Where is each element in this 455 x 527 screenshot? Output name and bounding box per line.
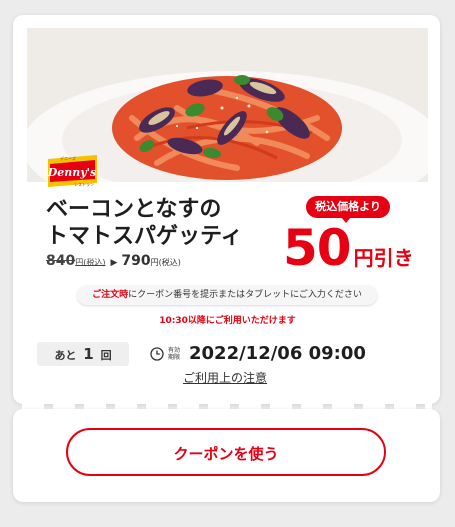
- clock-icon: [150, 346, 164, 361]
- logo-bottom-text: レストラン: [74, 181, 94, 187]
- triangle-right-icon: ▶: [110, 258, 118, 268]
- old-price: 840円(税込): [46, 253, 105, 269]
- coupon-title: ベーコンとなすの トマトスパゲッティ: [46, 196, 243, 250]
- remaining-uses: あと 1 回: [37, 342, 129, 366]
- discount-amount: 50 円引き: [283, 222, 414, 274]
- usage-caution-link[interactable]: ご利用上の注意: [183, 369, 267, 386]
- usage-note: ご注文時にクーポン番号を提示またはタブレットにご入力ください: [77, 285, 377, 305]
- logo-top-text: デニーズ: [60, 155, 76, 161]
- discount-unit: 円引き: [353, 246, 414, 270]
- logo-wordmark: Denny's: [47, 166, 97, 179]
- expiry-label-top: 有効: [167, 346, 180, 354]
- expiry-date: 2022/12/06 09:00: [189, 343, 366, 364]
- coupon-title-line1: ベーコンとなすの: [46, 197, 222, 222]
- discount-number: 50: [283, 219, 352, 277]
- expiry: 有効 期限 2022/12/06 09:00: [150, 343, 366, 364]
- dennys-logo: Denny's デニーズ レストラン: [46, 153, 99, 189]
- use-coupon-button[interactable]: クーポンを使う: [66, 428, 386, 476]
- new-price-value: 790: [121, 253, 151, 269]
- expiry-label-bottom: 期限: [167, 353, 180, 361]
- usage-note-text: にクーポン番号を提示またはタブレットにご入力ください: [128, 290, 362, 300]
- old-price-value: 840: [46, 253, 76, 269]
- tax-included-badge: 税込価格より: [306, 196, 390, 218]
- new-price: 790円(税込): [121, 253, 180, 269]
- remaining-count: 1: [83, 345, 94, 363]
- time-restriction-note: 10:30以降にご利用いただけます: [159, 316, 296, 326]
- expiry-label: 有効 期限: [167, 347, 181, 361]
- remaining-prefix: あと: [54, 349, 77, 362]
- old-price-suffix: 円(税込): [75, 258, 106, 267]
- new-price-suffix: 円(税込): [150, 258, 181, 267]
- usage-note-highlight: ご注文時: [92, 290, 129, 300]
- remaining-suffix: 回: [100, 349, 112, 362]
- coupon-title-line2: トマトスパゲッティ: [46, 224, 243, 249]
- price-row: 840円(税込) ▶ 790円(税込): [46, 253, 181, 269]
